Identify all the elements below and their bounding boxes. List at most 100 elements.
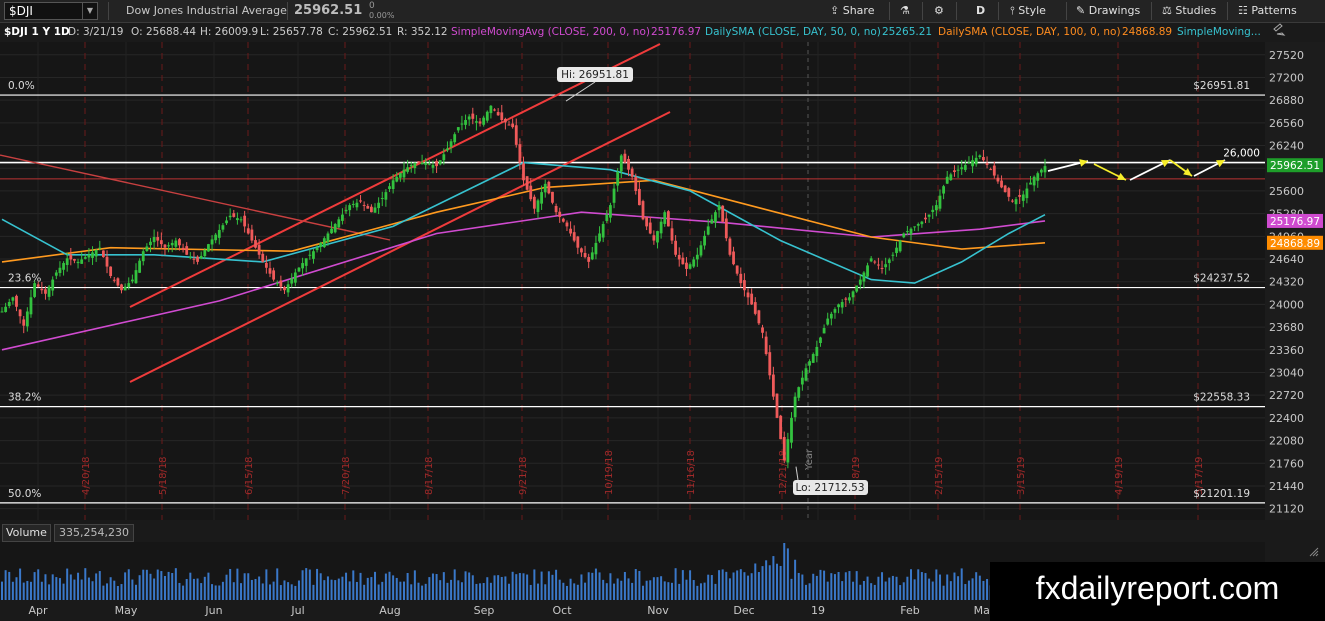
- volume-bar: [486, 577, 489, 600]
- volume-bar: [826, 581, 829, 600]
- x-tick-label: Dec: [733, 604, 754, 617]
- style-button[interactable]: ⫯ Style: [1010, 0, 1046, 22]
- volume-bar: [163, 576, 166, 600]
- volume-bar: [808, 583, 811, 600]
- share-label: Share: [842, 4, 875, 17]
- volume-bar: [120, 584, 123, 600]
- candle-body: [467, 116, 471, 120]
- volume-bar: [95, 573, 98, 600]
- candle-body: [703, 235, 706, 246]
- volume-bar: [642, 585, 645, 600]
- volume-bar: [551, 574, 554, 600]
- candle-body: [877, 264, 880, 266]
- candle-body: [7, 302, 11, 307]
- resize-icon[interactable]: [1309, 547, 1319, 557]
- price-tag-label: 24868.89: [1270, 238, 1320, 250]
- volume-bar: [899, 585, 902, 600]
- candle-body: [779, 415, 783, 440]
- expiry-label: 4/19/19: [1114, 456, 1125, 495]
- studies-icon: ⚖: [1162, 4, 1172, 17]
- volume-bar: [743, 572, 746, 600]
- volume-bar: [22, 582, 25, 600]
- candle-body: [674, 240, 678, 255]
- candle-body: [677, 254, 681, 260]
- volume-bar: [739, 569, 742, 600]
- y-tick-label: 22080: [1269, 435, 1304, 448]
- candle-body: [924, 217, 927, 220]
- candle-body: [587, 257, 591, 262]
- volume-bar: [149, 573, 152, 600]
- symbol-input[interactable]: [9, 4, 79, 17]
- candle-body: [1025, 188, 1029, 199]
- period-button[interactable]: D: [976, 0, 985, 22]
- volume-bar: [522, 573, 525, 600]
- volume-bar: [674, 568, 677, 600]
- volume-bar: [1, 581, 3, 600]
- candle-body: [225, 220, 228, 224]
- volume-bar: [272, 581, 275, 600]
- y-tick-label: 27200: [1269, 71, 1304, 84]
- candle-body: [627, 158, 630, 170]
- sma50-label[interactable]: DailySMA (CLOSE, DAY, 50, 0, no): [705, 26, 881, 38]
- divider: [287, 2, 288, 20]
- candle-body: [764, 336, 768, 355]
- drawings-button[interactable]: ✎ Drawings: [1076, 0, 1140, 22]
- volume-bar: [645, 580, 648, 600]
- symbol-selector[interactable]: ▼: [4, 2, 98, 20]
- candle-body: [446, 148, 449, 151]
- volume-bar: [337, 578, 340, 600]
- volume-bar: [178, 582, 181, 600]
- volume-bar: [942, 585, 945, 600]
- candle-body: [456, 127, 460, 131]
- candle-body: [695, 254, 699, 260]
- candle-body: [920, 221, 924, 225]
- chevron-down-icon[interactable]: ▼: [82, 3, 97, 19]
- magnet-icon[interactable]: [1273, 23, 1286, 36]
- candle-body: [547, 181, 551, 194]
- price-chart[interactable]: 4/20/18 5/18/18 6/15/18 7/20/18 8/17/18 9/21/…: [0, 0, 1325, 621]
- volume-bar: [301, 570, 304, 600]
- volume-bar: [218, 585, 221, 600]
- volume-bar: [229, 568, 232, 600]
- candle-body: [264, 262, 268, 268]
- patterns-button[interactable]: ☷ Patterns: [1238, 0, 1297, 22]
- volume-bar: [786, 548, 789, 600]
- volume-bar: [837, 572, 840, 600]
- studies-button[interactable]: ⚖ Studies: [1162, 0, 1216, 22]
- volume-bar: [87, 577, 90, 600]
- settings-button[interactable]: ⚙: [934, 0, 944, 22]
- candle-body: [98, 247, 102, 249]
- volume-bar: [189, 572, 192, 600]
- volume-bar: [55, 577, 58, 600]
- candle-body: [1021, 194, 1025, 201]
- y-tick-label: 21120: [1269, 503, 1304, 516]
- volume-bar: [910, 569, 913, 600]
- x-tick-label: Jul: [290, 604, 304, 617]
- volume-bar: [258, 576, 261, 600]
- volume-bar: [127, 569, 130, 600]
- chart-title[interactable]: $DJI 1 Y 1D: [4, 26, 70, 38]
- candle-body: [36, 284, 40, 287]
- candle-body: [344, 209, 348, 212]
- divider: [889, 2, 890, 20]
- share-button[interactable]: ⇪ Share: [830, 0, 874, 22]
- volume-bar: [508, 583, 511, 600]
- sma200-label[interactable]: SimpleMovingAvg (CLOSE, 200, 0, no): [451, 26, 650, 38]
- expiry-label: 5/18/18: [158, 456, 169, 495]
- volume-bar: [185, 578, 188, 600]
- candle-body: [388, 186, 391, 189]
- volume-bar: [960, 568, 963, 600]
- candle-body: [94, 250, 98, 257]
- candle-body: [826, 318, 830, 325]
- candle-body: [489, 105, 493, 114]
- candle-body: [424, 162, 428, 165]
- extra-study-label[interactable]: SimpleMoving...: [1177, 26, 1261, 38]
- candle-body: [105, 256, 109, 267]
- divider: [1066, 2, 1067, 20]
- candle-body: [304, 258, 308, 266]
- volume-bar: [182, 585, 185, 600]
- flask-button[interactable]: ⚗: [900, 0, 910, 22]
- candle-body: [554, 205, 558, 213]
- volume-bar: [696, 585, 699, 600]
- sma100-label[interactable]: DailySMA (CLOSE, DAY, 100, 0, no): [938, 26, 1121, 38]
